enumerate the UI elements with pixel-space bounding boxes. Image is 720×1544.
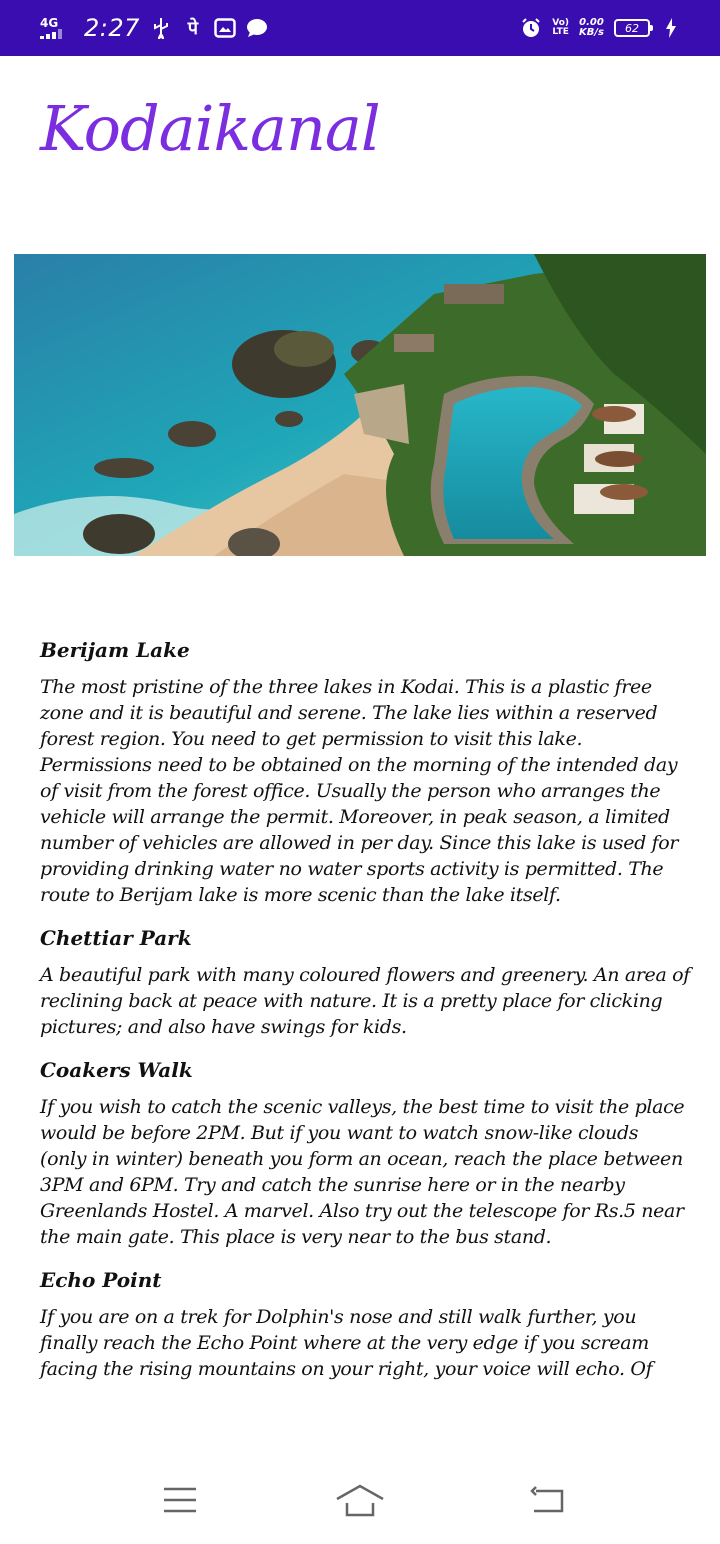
battery-level: 62 <box>625 21 639 35</box>
network-speed: 0.00 KB/s <box>579 17 604 38</box>
hero-image <box>14 254 706 556</box>
section-title: Chettiar Park <box>40 926 192 950</box>
gallery-icon <box>214 17 236 39</box>
back-button[interactable] <box>518 1480 578 1520</box>
message-icon <box>246 17 268 39</box>
section-body: A beautiful park with many coloured flow… <box>40 964 690 1038</box>
payment-app-icon: पे <box>187 18 199 39</box>
status-bar: 4G 2:27 पे Vo) LTE 0.00 KB/s 62 <box>0 0 720 56</box>
section-body: If you wish to catch the scenic valleys,… <box>40 1096 685 1248</box>
back-icon <box>530 1486 564 1513</box>
section-body: The most pristine of the three lakes in … <box>40 676 679 906</box>
status-time: 2:27 <box>84 14 140 42</box>
article: Berijam Lake The most pristine of the th… <box>40 636 690 1398</box>
section-chettiar-park: Chettiar Park A beautiful park with many… <box>40 924 690 1040</box>
navigation-bar <box>0 1444 720 1544</box>
signal-icon: 4G <box>40 17 74 39</box>
section-title: Berijam Lake <box>40 638 190 662</box>
section-berijam-lake: Berijam Lake The most pristine of the th… <box>40 636 690 908</box>
section-body: If you are on a trek for Dolphin's nose … <box>40 1306 653 1380</box>
home-icon <box>336 1484 384 1517</box>
section-echo-point: Echo Point If you are on a trek for Dolp… <box>40 1266 690 1382</box>
section-coakers-walk: Coakers Walk If you wish to catch the sc… <box>40 1056 690 1250</box>
network-type: 4G <box>40 16 59 30</box>
section-title: Echo Point <box>40 1268 162 1292</box>
menu-button[interactable] <box>150 1480 210 1520</box>
battery-icon: 62 <box>614 19 653 37</box>
volte-indicator: Vo) LTE <box>552 18 570 37</box>
alarm-icon <box>520 17 542 39</box>
page-title: Kodaikanal <box>40 92 381 165</box>
section-title: Coakers Walk <box>40 1058 193 1082</box>
charging-icon <box>660 17 682 39</box>
menu-icon <box>164 1487 196 1513</box>
home-button[interactable] <box>330 1480 390 1520</box>
usb-icon <box>150 17 172 39</box>
